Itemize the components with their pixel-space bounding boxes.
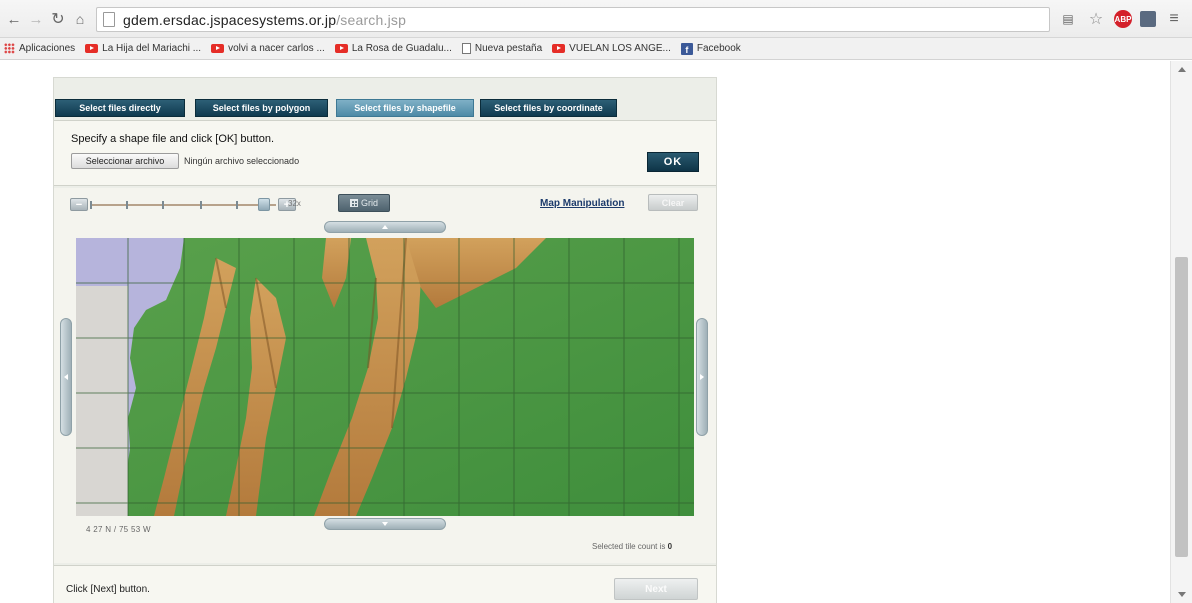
- bookmark-youtube[interactable]: volvi a nacer carlos ...: [211, 43, 325, 54]
- bookmark-label: Nueva pestaña: [474, 43, 543, 54]
- chevron-up-icon: [382, 225, 388, 229]
- page-viewport: Select files directly Select files by po…: [0, 61, 1170, 603]
- address-bar[interactable]: gdem.ersdac.jspacesystems.or.jp/search.j…: [96, 7, 1050, 32]
- toolbar-right-icons: ▤ ☆ ABP ≡: [1058, 9, 1184, 29]
- zoom-track[interactable]: [90, 201, 276, 209]
- youtube-icon: [334, 44, 348, 53]
- next-section: Click [Next] button. Next: [54, 565, 716, 603]
- page-icon: [103, 12, 115, 27]
- tab-select-directly[interactable]: Select files directly: [55, 99, 185, 117]
- terrain-map[interactable]: [76, 238, 694, 516]
- map-section: − + 32x Grid Map Manipulation Clear 4 27…: [54, 188, 716, 563]
- page-scrollbar[interactable]: [1170, 61, 1192, 603]
- youtube-icon: [211, 44, 225, 53]
- zoom-level: 32x: [288, 199, 301, 208]
- zoom-out-button[interactable]: −: [70, 198, 88, 211]
- zoom-tick: [126, 201, 128, 209]
- grid-label: Grid: [360, 198, 378, 208]
- cursor-coordinates: 4 27 N / 75 53 W: [86, 525, 151, 534]
- bookmark-label: VUELAN LOS ANGE...: [569, 43, 671, 54]
- tile-count-label: Selected tile count is: [592, 542, 666, 551]
- translate-icon[interactable]: ▤: [1058, 9, 1078, 29]
- shapefile-instruction: Specify a shape file and click [OK] butt…: [71, 133, 275, 145]
- bookmark-label: Aplicaciones: [19, 43, 76, 54]
- zoom-tick: [162, 201, 164, 209]
- chevron-left-icon: [64, 374, 68, 380]
- zoom-tick: [90, 201, 92, 209]
- zoom-knob[interactable]: [258, 198, 270, 211]
- url-host: gdem.ersdac.jspacesystems.or.jp: [123, 12, 337, 28]
- url-path: /search.jsp: [336, 12, 407, 28]
- scrollbar-thumb[interactable]: [1175, 257, 1188, 557]
- home-icon[interactable]: ⌂: [70, 9, 90, 29]
- reload-icon[interactable]: ↻: [48, 9, 68, 29]
- pan-up-button[interactable]: [324, 221, 446, 233]
- pan-left-button[interactable]: [60, 318, 72, 436]
- map-manipulation-link[interactable]: Map Manipulation: [540, 198, 624, 209]
- scroll-up-icon[interactable]: [1178, 67, 1186, 72]
- youtube-icon: [552, 44, 566, 53]
- bookmark-label: Facebook: [696, 43, 741, 54]
- menu-icon[interactable]: ≡: [1164, 9, 1184, 29]
- bookmark-label: La Rosa de Guadalu...: [351, 43, 452, 54]
- browser-toolbar: ← → ↻ ⌂ gdem.ersdac.jspacesystems.or.jp/…: [0, 0, 1192, 38]
- shapefile-section: Specify a shape file and click [OK] butt…: [54, 120, 716, 186]
- ok-button[interactable]: OK: [647, 152, 699, 172]
- zoom-slider[interactable]: − +: [70, 198, 300, 212]
- clear-button[interactable]: Clear: [648, 194, 698, 211]
- bookmark-facebook[interactable]: f Facebook: [680, 42, 741, 55]
- selected-tile-count: Selected tile count is 0: [592, 542, 672, 551]
- adblock-icon[interactable]: ABP: [1114, 10, 1132, 28]
- zoom-tick: [200, 201, 202, 209]
- file-status: Ningún archivo seleccionado: [184, 156, 300, 166]
- choose-file-button[interactable]: Seleccionar archivo: [71, 153, 179, 169]
- search-panel: Select files directly Select files by po…: [53, 77, 717, 603]
- pan-down-button[interactable]: [324, 518, 446, 530]
- page-icon: [461, 43, 471, 54]
- terrain-map-image: [76, 238, 694, 516]
- url-text[interactable]: gdem.ersdac.jspacesystems.or.jp/search.j…: [123, 12, 406, 28]
- facebook-icon: f: [680, 42, 693, 55]
- bookmark-label: volvi a nacer carlos ...: [228, 43, 325, 54]
- next-button[interactable]: Next: [614, 578, 698, 600]
- pan-right-button[interactable]: [696, 318, 708, 436]
- tab-select-coordinate[interactable]: Select files by coordinate: [480, 99, 617, 117]
- grid-button[interactable]: Grid: [338, 194, 390, 212]
- bookmark-youtube[interactable]: La Rosa de Guadalu...: [334, 43, 452, 54]
- youtube-icon: [85, 44, 99, 53]
- bookmark-label: La Hija del Mariachi ...: [102, 43, 202, 54]
- apps-icon: [4, 43, 15, 54]
- bookmark-youtube[interactable]: VUELAN LOS ANGE...: [552, 43, 671, 54]
- back-arrow-icon[interactable]: ←: [4, 9, 24, 29]
- tile-count-value: 0: [667, 542, 673, 551]
- next-instruction: Click [Next] button.: [66, 584, 150, 595]
- extension-icon[interactable]: [1140, 11, 1156, 27]
- chevron-right-icon: [700, 374, 704, 380]
- bookmarks-bar: Aplicaciones La Hija del Mariachi ... vo…: [0, 38, 1192, 60]
- bookmark-youtube[interactable]: La Hija del Mariachi ...: [85, 43, 201, 54]
- scroll-down-icon[interactable]: [1178, 592, 1186, 597]
- bookmark-new-tab[interactable]: Nueva pestaña: [461, 43, 543, 54]
- chevron-down-icon: [382, 522, 388, 526]
- zoom-tick: [236, 201, 238, 209]
- star-icon[interactable]: ☆: [1086, 9, 1106, 29]
- grid-icon: [349, 199, 358, 207]
- tab-select-polygon[interactable]: Select files by polygon: [195, 99, 328, 117]
- bookmark-apps[interactable]: Aplicaciones: [4, 43, 75, 54]
- forward-arrow-icon[interactable]: →: [26, 9, 46, 29]
- tab-select-shapefile[interactable]: Select files by shapefile: [336, 99, 474, 117]
